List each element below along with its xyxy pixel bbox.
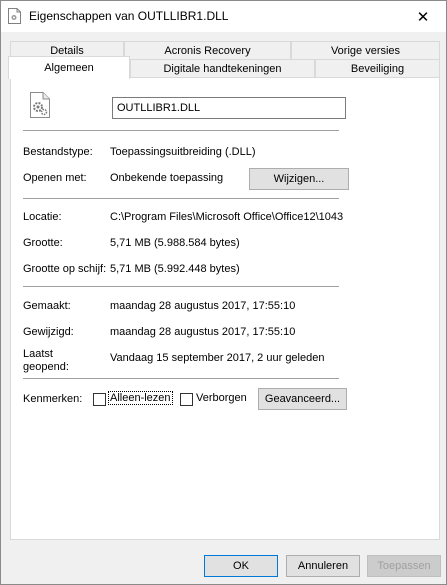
properties-dialog: Eigenschappen van OUTLLIBR1.DLL ✕ Detail… xyxy=(0,0,447,585)
attributes-label: Kenmerken: xyxy=(23,393,83,405)
tab-strip: Details Acronis Recovery Vorige versies … xyxy=(1,32,446,79)
size-value: 5,71 MB (5.988.584 bytes) xyxy=(110,237,240,249)
dll-file-icon xyxy=(8,8,21,24)
location-label: Locatie: xyxy=(23,211,62,223)
tab-digital-signatures[interactable]: Digitale handtekeningen xyxy=(130,59,315,77)
tab-acronis-recovery[interactable]: Acronis Recovery xyxy=(124,41,291,59)
separator xyxy=(23,286,339,287)
title-bar[interactable]: Eigenschappen van OUTLLIBR1.DLL ✕ xyxy=(1,1,446,32)
created-label: Gemaakt: xyxy=(23,300,71,312)
hidden-label[interactable]: Verborgen xyxy=(196,392,247,404)
modified-value: maandag 28 augustus 2017, 17:55:10 xyxy=(110,326,296,338)
opens-with-label: Openen met: xyxy=(23,172,87,184)
modified-label: Gewijzigd: xyxy=(23,326,74,338)
tab-security[interactable]: Beveiliging xyxy=(315,59,440,77)
window-title: Eigenschappen van OUTLLIBR1.DLL xyxy=(29,9,229,23)
dll-gear-file-icon xyxy=(30,92,50,118)
size-on-disk-label: Grootte op schijf: xyxy=(23,263,107,275)
size-label: Grootte: xyxy=(23,237,63,249)
accessed-value: Vandaag 15 september 2017, 2 uur geleden xyxy=(110,352,325,364)
readonly-checkbox[interactable] xyxy=(93,393,106,406)
filename-input[interactable] xyxy=(112,97,346,119)
apply-button[interactable]: Toepassen xyxy=(367,555,441,577)
readonly-label[interactable]: Alleen-lezen xyxy=(108,391,173,405)
opens-with-value: Onbekende toepassing xyxy=(110,172,224,184)
tab-previous-versions[interactable]: Vorige versies xyxy=(291,41,440,59)
advanced-button[interactable]: Geavanceerd... xyxy=(258,388,347,410)
separator xyxy=(23,378,339,379)
file-type-value: Toepassingsuitbreiding (.DLL) xyxy=(110,146,256,158)
separator xyxy=(23,130,339,131)
hidden-checkbox[interactable] xyxy=(180,393,193,406)
ok-button[interactable]: OK xyxy=(204,555,278,577)
tab-general[interactable]: Algemeen xyxy=(8,56,130,79)
separator xyxy=(23,198,339,199)
change-button[interactable]: Wijzigen... xyxy=(249,168,349,190)
close-button[interactable]: ✕ xyxy=(400,1,446,32)
location-value: C:\Program Files\Microsoft Office\Office… xyxy=(110,211,344,223)
accessed-label-line2: geopend: xyxy=(23,361,69,373)
close-icon: ✕ xyxy=(416,8,430,26)
size-on-disk-value: 5,71 MB (5.992.448 bytes) xyxy=(110,263,240,275)
file-type-label: Bestandstype: xyxy=(23,146,93,158)
cancel-button[interactable]: Annuleren xyxy=(286,555,360,577)
accessed-label-line1: Laatst xyxy=(23,348,53,360)
created-value: maandag 28 augustus 2017, 17:55:10 xyxy=(110,300,296,312)
